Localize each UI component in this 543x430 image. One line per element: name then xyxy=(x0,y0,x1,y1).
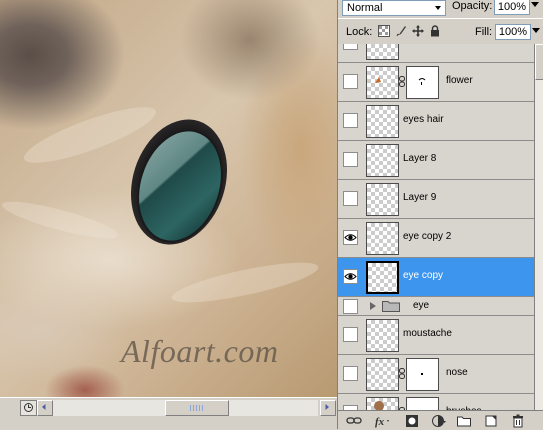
layer-row[interactable]: Layer 9 xyxy=(338,180,534,219)
visibility-toggle[interactable] xyxy=(343,299,358,314)
layer-name: moustache xyxy=(403,328,452,339)
mask-dot-icon xyxy=(421,373,423,375)
lock-transparent-pixels-icon[interactable] xyxy=(378,25,390,37)
eye-icon xyxy=(344,234,357,241)
fur-highlight xyxy=(0,194,121,246)
layer-row[interactable]: moustache xyxy=(338,316,534,355)
chevron-down-icon xyxy=(435,6,441,10)
lock-row: Lock: Fill: 100% xyxy=(338,18,543,46)
layer-name: eye xyxy=(413,300,430,311)
layer-style-fx-icon[interactable]: fx xyxy=(374,414,390,428)
layers-scroll-thumb[interactable] xyxy=(535,44,543,80)
blend-row: Normal Opacity: 100% xyxy=(338,0,543,18)
layer-thumbnail xyxy=(366,183,399,216)
visibility-toggle[interactable] xyxy=(343,269,358,284)
new-layer-icon[interactable] xyxy=(483,414,499,428)
document-statusbar xyxy=(0,397,337,417)
visibility-toggle[interactable] xyxy=(343,230,358,245)
delete-layer-trash-icon[interactable] xyxy=(510,414,526,428)
layer-mask-thumbnail[interactable] xyxy=(406,397,439,410)
blend-mode-select[interactable]: Normal xyxy=(342,0,446,16)
layer-name: eye copy xyxy=(403,270,444,281)
horizontal-scroll-thumb[interactable] xyxy=(165,400,229,416)
visibility-toggle[interactable] xyxy=(343,191,358,206)
visibility-toggle[interactable] xyxy=(343,152,358,167)
lock-all-padlock-icon[interactable] xyxy=(429,25,441,37)
lock-image-pixels-brush-icon[interactable] xyxy=(395,25,407,37)
mask-link-chain-icon[interactable] xyxy=(399,76,405,87)
layers-panel: Normal Opacity: 100% Lock: Fill: 100% fl… xyxy=(337,0,543,430)
folder-icon xyxy=(382,301,400,312)
svg-text:fx: fx xyxy=(375,416,385,428)
layer-thumbnail xyxy=(366,222,399,255)
navigator-icon xyxy=(24,403,33,412)
horizontal-scrollbar[interactable] xyxy=(53,400,318,416)
mask-shape-icon xyxy=(418,78,426,85)
document-canvas[interactable]: Alfoart.com xyxy=(0,0,337,397)
opacity-label: Opacity: xyxy=(452,0,493,12)
expand-triangle-icon[interactable] xyxy=(369,302,377,310)
scroll-left-button[interactable] xyxy=(37,400,53,416)
scroll-right-button[interactable] xyxy=(320,400,336,416)
layer-thumbnail xyxy=(366,261,399,294)
fill-slider-arrow-icon[interactable] xyxy=(532,28,540,34)
layer-thumbnail xyxy=(366,397,399,410)
visibility-toggle[interactable] xyxy=(343,44,358,50)
navigator-button[interactable] xyxy=(20,400,37,416)
layer-name: eyes hair xyxy=(403,114,444,125)
layer-row[interactable]: flower xyxy=(338,63,534,102)
layer-thumbnail xyxy=(366,319,399,352)
opacity-slider-arrow-icon[interactable] xyxy=(531,2,539,8)
layer-row[interactable]: brushes xyxy=(338,394,534,410)
arrow-right-icon xyxy=(325,404,329,410)
brushes-thumbnail-icon xyxy=(374,401,384,410)
layer-name: flower xyxy=(446,75,473,86)
layer-name: Layer 8 xyxy=(403,153,437,164)
layer-row[interactable]: eyes hair xyxy=(338,102,534,141)
layers-vertical-scrollbar[interactable] xyxy=(534,44,543,410)
watermark-text: Alfoart.com xyxy=(121,333,279,369)
layer-group-row[interactable]: eye xyxy=(338,297,534,316)
layer-mask-thumbnail[interactable] xyxy=(406,358,439,391)
layer-row-selected[interactable]: eye copy xyxy=(338,258,534,297)
opacity-input[interactable]: 100% xyxy=(494,0,530,15)
grip-icon xyxy=(190,405,204,411)
window-bottom-strip xyxy=(0,416,337,429)
layer-thumbnail xyxy=(366,66,399,99)
lock-label: Lock: xyxy=(346,26,373,38)
layer-name: Layer 9 xyxy=(403,192,437,203)
layer-thumbnail xyxy=(366,144,399,177)
layer-thumbnail xyxy=(366,44,399,60)
visibility-toggle[interactable] xyxy=(343,113,358,128)
fill-input[interactable]: 100% xyxy=(495,24,531,40)
new-group-folder-icon[interactable] xyxy=(456,414,472,428)
visibility-toggle[interactable] xyxy=(343,74,358,89)
visibility-toggle[interactable] xyxy=(343,366,358,381)
fur-highlight xyxy=(169,254,321,311)
mask-link-chain-icon[interactable] xyxy=(399,368,405,379)
fill-label: Fill: xyxy=(475,26,493,38)
layer-row[interactable]: nose xyxy=(338,355,534,394)
layer-row[interactable]: eye copy 2 xyxy=(338,219,534,258)
blend-mode-value: Normal xyxy=(347,2,383,14)
adjustment-layer-icon[interactable] xyxy=(431,414,447,428)
layer-name: eye copy 2 xyxy=(403,231,452,242)
layer-thumbnail xyxy=(366,105,399,138)
visibility-toggle[interactable] xyxy=(343,327,358,342)
layer-row[interactable]: Layer 8 xyxy=(338,141,534,180)
layer-row[interactable] xyxy=(338,44,534,63)
layers-panel-toolbar: fx xyxy=(338,410,543,430)
layer-name: nose xyxy=(446,367,468,378)
eye-icon xyxy=(344,273,357,280)
layer-thumbnail xyxy=(366,358,399,391)
arrow-left-icon xyxy=(42,404,46,410)
flower-thumbnail-icon xyxy=(375,77,381,83)
lock-position-move-icon[interactable] xyxy=(412,25,424,37)
add-layer-mask-icon[interactable] xyxy=(404,414,420,428)
link-layers-icon[interactable] xyxy=(346,414,362,428)
layer-mask-thumbnail[interactable] xyxy=(406,66,439,99)
layers-list: flower eyes hair Layer 8 Layer 9 eye cop… xyxy=(338,44,534,410)
